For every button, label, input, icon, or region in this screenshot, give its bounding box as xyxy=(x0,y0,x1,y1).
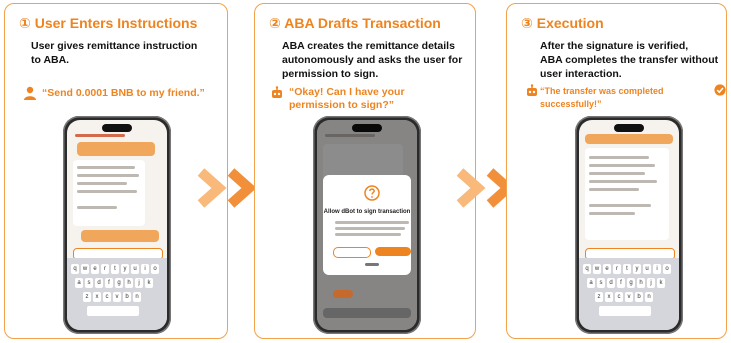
step-2-panel: ② ABA Drafts Transaction ABA creates the… xyxy=(254,3,476,339)
text-line xyxy=(589,172,645,175)
text-line xyxy=(589,156,649,159)
check-circle-icon xyxy=(714,84,726,96)
phone-3-screen: qw er ty ui o as df gh jk zx cv bn xyxy=(579,120,679,330)
text-line xyxy=(77,190,137,193)
bot-message-bubble xyxy=(73,160,145,226)
step-3-panel: ③ Execution After the signature is verif… xyxy=(506,3,727,339)
text-line xyxy=(589,212,635,215)
phone-mockup-3: qw er ty ui o as df gh jk zx cv bn xyxy=(575,116,683,334)
text-line xyxy=(335,233,401,236)
user-message-bubble xyxy=(81,230,159,242)
chat-input-dimmed xyxy=(323,308,411,318)
text-line xyxy=(589,164,655,167)
phone-2-screen: Allow dBot to sign transaction xyxy=(317,120,417,330)
user-message-bubble xyxy=(77,142,155,156)
step-2-title-text: ABA Drafts Transaction xyxy=(284,15,441,31)
step-2-quote: “Okay! Can I have your permission to sig… xyxy=(289,86,405,111)
cancel-link[interactable] xyxy=(365,263,379,266)
chat-header xyxy=(585,134,673,144)
button-dimmed xyxy=(333,290,353,298)
person-icon xyxy=(24,86,36,100)
dialog-title: Allow dBot to sign transaction xyxy=(323,209,411,215)
step-3-quote: “The transfer was completed successfully… xyxy=(540,86,664,109)
step-2-description: ABA creates the remittance details auton… xyxy=(282,40,463,80)
text-line xyxy=(589,188,639,191)
chat-header xyxy=(75,134,125,137)
text-line xyxy=(335,221,409,224)
phone-mockup-2: Allow dBot to sign transaction xyxy=(313,116,421,334)
text-line xyxy=(77,174,139,177)
text-line xyxy=(335,227,405,230)
bot-message-bubble xyxy=(585,148,669,240)
text-line xyxy=(589,204,651,207)
phone-notch xyxy=(614,124,644,132)
phone-1-screen: qw er ty ui o as df gh jk zx cv bn xyxy=(67,120,167,330)
always-allow-button[interactable] xyxy=(375,247,411,256)
step-1-quote: “Send 0.0001 BNB to my friend.” xyxy=(42,87,205,99)
step-1-title-text: User Enters Instructions xyxy=(34,15,198,31)
allow-once-button[interactable] xyxy=(333,247,371,258)
keyboard[interactable]: qw er ty ui o as df gh jk zx cv bn xyxy=(579,258,679,330)
step-1-panel: ① User Enters Instructions User gives re… xyxy=(4,3,228,339)
step-3-title-text: Execution xyxy=(536,15,604,31)
sign-permission-dialog: Allow dBot to sign transaction xyxy=(323,175,411,275)
text-line xyxy=(77,206,117,209)
step-1-description: User gives remittance instruction to ABA… xyxy=(31,40,198,66)
robot-icon xyxy=(527,84,537,96)
text-line xyxy=(589,180,657,183)
step-3-description: After the signature is verified, ABA com… xyxy=(540,40,719,80)
phone-notch xyxy=(102,124,132,132)
keyboard[interactable]: qw er ty ui o as df gh jk zx cv bn xyxy=(67,258,167,330)
robot-icon xyxy=(272,86,282,98)
step-2-title: ② ABA Drafts Transaction xyxy=(269,15,441,32)
step-3-title: ③ Execution xyxy=(521,15,604,32)
step-1-title: ① User Enters Instructions xyxy=(19,15,197,32)
phone-mockup-1: qw er ty ui o as df gh jk zx cv bn xyxy=(63,116,171,334)
step-1-number: ① xyxy=(19,15,31,31)
question-icon xyxy=(364,185,380,201)
text-line xyxy=(77,182,127,185)
step-3-number: ③ xyxy=(521,15,533,31)
step-2-number: ② xyxy=(269,15,281,31)
text-line xyxy=(77,166,135,169)
